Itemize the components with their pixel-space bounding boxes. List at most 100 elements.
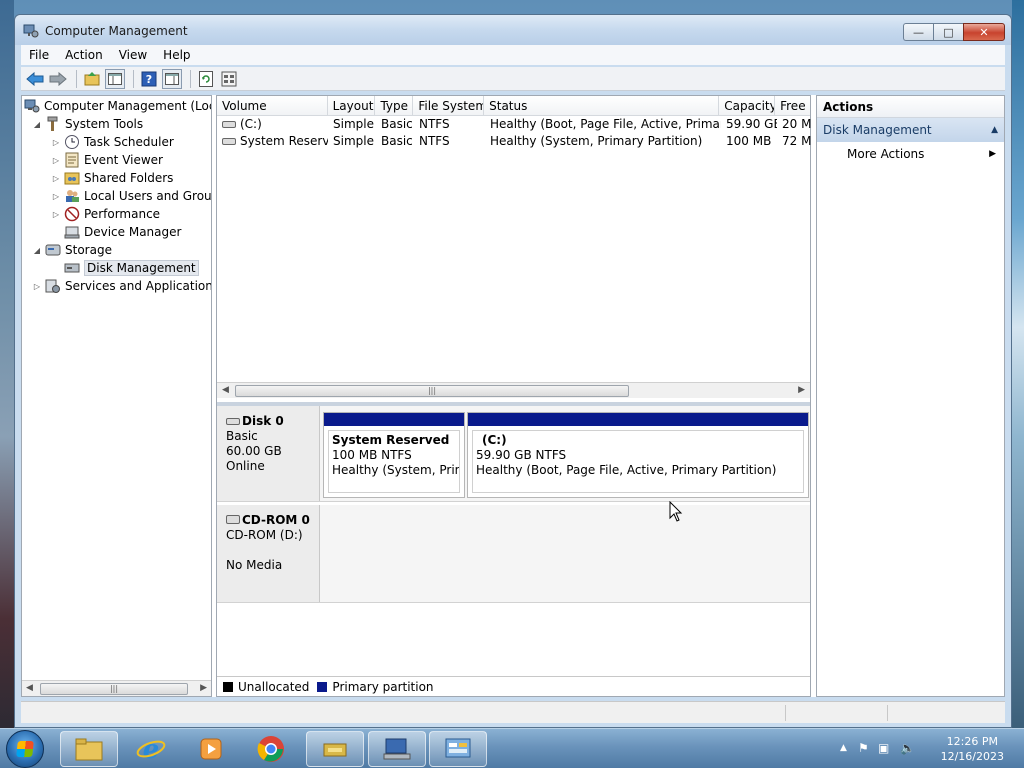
column-header-status[interactable]: Status [484,96,720,116]
partition-details: System Reserved 100 MB NTFS Healthy (Sys… [328,430,460,493]
taskbar-media-player[interactable] [182,731,240,767]
partition-legend: Unallocated Primary partition [217,676,810,696]
partition-system-reserved[interactable]: System Reserved 100 MB NTFS Healthy (Sys… [323,412,465,498]
primary-partition-swatch [317,681,328,692]
close-button[interactable]: ✕ [963,23,1005,41]
tree-label: Shared Folders [84,171,174,185]
tree-node-storage[interactable]: ◢ Storage [32,241,112,259]
tree-node-task-scheduler[interactable]: ▷ Task Scheduler [51,133,174,151]
tree-node-local-users-and-groups[interactable]: ▷ Local Users and Groups [51,187,211,205]
start-button[interactable] [6,730,44,768]
taskbar-computer-management[interactable] [368,731,426,767]
volume-muted-icon[interactable]: 🔈 [900,741,915,755]
scrollbar-thumb[interactable]: ||| [235,385,629,397]
svg-text:?: ? [146,73,152,86]
tree-node-shared-folders[interactable]: ▷ Shared Folders [51,169,173,187]
refresh-icon[interactable] [196,69,216,89]
expand-triangle-icon[interactable]: ▷ [51,156,61,165]
disk-type: Basic [226,429,258,443]
help-icon[interactable]: ? [139,69,159,89]
column-header-file-system[interactable]: File System [413,96,485,116]
taskbar-chrome[interactable] [242,731,300,767]
disk-0-label[interactable]: Disk 0 Basic 60.00 GB Online [217,406,320,501]
taskbar: e ▲ ⚑ ▣ 🔈 12:26 PM 12/16/2023 [0,728,1024,768]
volume-row[interactable]: (C:) Simple Basic NTFS Healthy (Boot, Pa… [217,117,812,134]
expand-triangle-icon[interactable]: ▷ [32,282,42,291]
layout-cell: Simple [333,134,374,148]
menu-action[interactable]: Action [57,48,111,62]
show-hide-tree-icon[interactable] [105,68,125,89]
column-header-type[interactable]: Type [375,96,414,116]
partition-size: 59.90 GB NTFS [476,448,567,462]
volume-list-horizontal-scrollbar[interactable]: ◀ ||| ▶ [217,382,810,398]
tree-node-services-and-applications[interactable]: ▷ Services and Applications [32,277,211,295]
scroll-left-arrow-icon[interactable]: ◀ [26,683,33,693]
partition-c-drive[interactable]: (C:) 59.90 GB NTFS Healthy (Boot, Page F… [467,412,809,498]
show-hide-action-pane-icon[interactable] [162,68,182,89]
tree-node-system-tools[interactable]: ◢ System Tools [32,115,143,133]
taskbar-internet-explorer[interactable]: e [122,731,180,767]
scroll-right-arrow-icon[interactable]: ▶ [200,683,207,693]
partition-size: 100 MB NTFS [332,448,412,462]
menu-file[interactable]: File [21,48,57,62]
partition-name: (C:) [482,433,507,447]
tree-node-device-manager[interactable]: Device Manager [64,223,181,241]
menu-help[interactable]: Help [155,48,198,62]
scroll-right-arrow-icon[interactable]: ▶ [798,385,805,395]
expand-triangle-icon[interactable]: ▷ [51,192,61,201]
expand-triangle-icon[interactable]: ▷ [51,210,61,219]
expand-triangle-icon[interactable]: ▷ [51,174,61,183]
actions-section-disk-management[interactable]: Disk Management ▲ [817,118,1004,142]
menu-view[interactable]: View [111,48,155,62]
tree-horizontal-scrollbar[interactable]: ◀ ||| ▶ [22,680,211,696]
shared-folder-icon [64,170,80,186]
up-folder-icon[interactable] [82,69,102,89]
more-actions-label: More Actions [847,147,925,161]
disk-row-disk-0[interactable]: Disk 0 Basic 60.00 GB Online System Rese… [217,406,810,502]
title-bar[interactable]: Computer Management — □ ✕ [15,15,1011,45]
taskbar-clock[interactable]: 12:26 PM 12/16/2023 [941,734,1004,764]
tree-node-computer-management[interactable]: Computer Management (Local [24,97,211,115]
more-actions-item[interactable]: More Actions ▶ [817,142,1004,166]
collapse-triangle-icon[interactable]: ◢ [32,120,42,129]
properties-icon[interactable] [219,69,239,89]
cd-rom-0-label[interactable]: CD-ROM 0 CD-ROM (D:) No Media [217,505,320,602]
taskbar-disk-tool[interactable] [306,731,364,767]
show-hidden-icons-arrow-icon[interactable]: ▲ [840,743,847,753]
type-cell: Basic [381,117,413,131]
column-header-volume[interactable]: Volume [217,96,328,116]
column-header-capacity[interactable]: Capacity [719,96,776,116]
disk-size: 60.00 GB [226,444,282,458]
network-icon[interactable]: ▣ [878,741,889,755]
action-center-flag-icon[interactable]: ⚑ [858,741,869,755]
collapse-triangle-icon[interactable]: ◢ [32,246,42,255]
menu-bar: File Action View Help [21,45,1005,65]
taskbar-server-manager[interactable] [429,731,487,767]
disk-row-cd-rom-0[interactable]: CD-ROM 0 CD-ROM (D:) No Media [217,505,810,603]
column-header-layout[interactable]: Layout [328,96,376,116]
actions-pane: Actions Disk Management ▲ More Actions ▶ [816,95,1005,697]
expand-triangle-icon[interactable]: ▷ [51,138,61,147]
scroll-left-arrow-icon[interactable]: ◀ [222,385,229,395]
volume-row[interactable]: System Reserved Simple Basic NTFS Health… [217,134,812,151]
tree-node-event-viewer[interactable]: ▷ Event Viewer [51,151,163,169]
tree-node-disk-management[interactable]: Disk Management [64,259,199,277]
back-arrow-icon[interactable] [25,69,45,89]
server-manager-icon [445,738,471,758]
tree-node-performance[interactable]: ▷ Performance [51,205,160,223]
minimize-button[interactable]: — [903,23,933,41]
primary-partition-bar [468,413,808,426]
volume-cell: (C:) [217,117,328,134]
computer-management-icon [383,738,411,760]
window-title: Computer Management [45,24,188,38]
partition-details: (C:) 59.90 GB NTFS Healthy (Boot, Page F… [472,430,804,493]
internet-explorer-icon: e [136,735,166,764]
column-header-free[interactable]: Free [775,96,810,116]
volume-drive-icon [222,121,236,128]
taskbar-file-explorer[interactable] [60,731,118,767]
collapse-up-icon[interactable]: ▲ [991,118,998,142]
forward-arrow-icon[interactable] [48,69,68,89]
scrollbar-thumb[interactable]: ||| [40,683,188,695]
maximize-button[interactable]: □ [933,23,963,41]
cd-media-status: No Media [226,558,283,572]
